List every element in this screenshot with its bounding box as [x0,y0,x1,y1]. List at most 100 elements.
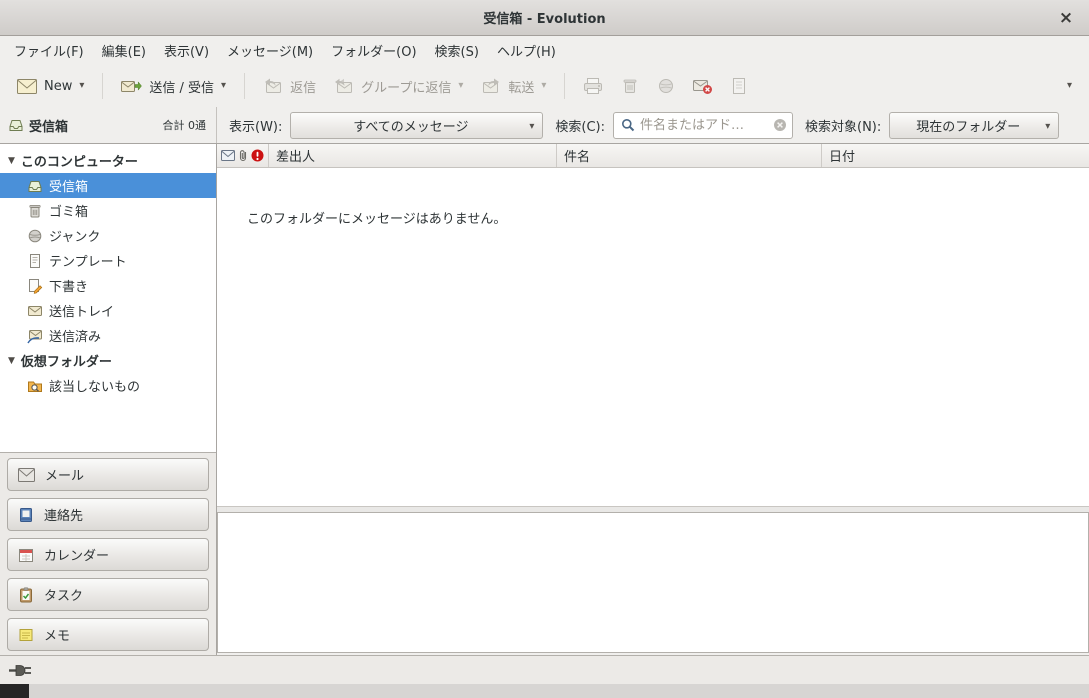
switcher-label: カレンダー [44,545,109,564]
search-label: 検索(C): [555,116,605,135]
show-filter-label: 表示(W): [229,116,282,135]
sidebar-item-inbox[interactable]: 受信箱 [0,173,216,198]
sidebar-item-label: 該当しないもの [49,376,140,395]
message-list[interactable]: このフォルダーにメッセージはありません。 [217,168,1089,506]
contacts-icon [18,507,34,523]
inbox-icon [27,178,43,194]
search-input[interactable] [640,118,768,133]
switcher-memos-button[interactable]: メモ [7,618,209,651]
statusbar [0,655,1089,684]
group-reply-icon [334,78,354,94]
new-dropdown-icon[interactable]: ▾ [79,81,84,91]
column-header-date[interactable]: 日付 [822,144,1089,167]
toolbar-separator [564,73,565,99]
send-receive-label: 送信 / 受信 [149,77,214,96]
forward-icon [481,78,501,94]
send-receive-dropdown-icon[interactable]: ▾ [221,81,226,91]
sidebar-item-label: ゴミ箱 [49,201,88,220]
folder-tree: ▼ このコンピューター 受信箱 [0,144,216,452]
sidebar-item-label: 受信箱 [49,176,88,195]
menu-message[interactable]: メッセージ(M) [218,36,322,65]
sidebar-item-label: ジャンク [49,226,100,245]
column-header-subject[interactable]: 件名 [557,144,822,167]
archive-button[interactable] [722,71,756,101]
reply-icon [263,78,283,94]
menu-help[interactable]: ヘルプ(H) [488,36,565,65]
trash-icon [27,203,43,219]
sidebar-item-trash[interactable]: ゴミ箱 [0,198,216,223]
forward-dropdown-icon[interactable]: ▾ [541,81,546,91]
sidebar-item-sent[interactable]: 送信済み [0,323,216,348]
delete-button[interactable] [612,71,648,101]
chevron-down-icon: ▾ [529,122,534,132]
clear-search-button[interactable] [773,118,787,132]
menu-file[interactable]: ファイル(F) [5,36,93,65]
sidebar-item-label: 下書き [49,276,88,295]
junk-icon [27,228,43,244]
switcher-contacts-button[interactable]: 連絡先 [7,498,209,531]
outbox-icon [27,303,43,319]
switcher-calendar-button[interactable]: カレンダー [7,538,209,571]
menu-search[interactable]: 検索(S) [426,36,488,65]
tree-group-this-computer[interactable]: ▼ このコンピューター [0,148,216,173]
cancel-mail-icon [693,78,713,95]
preview-pane[interactable] [217,512,1089,653]
toolbar-overflow-button[interactable]: ▾ [1058,75,1081,97]
expander-icon[interactable]: ▼ [8,156,15,166]
group-reply-dropdown-icon[interactable]: ▾ [458,81,463,91]
toolbar-separator [102,73,103,99]
message-list-header: 差出人 件名 日付 [217,144,1089,168]
attachment-icon [238,149,248,162]
send-receive-button[interactable]: 送信 / 受信 ▾ [112,71,235,102]
sidebar-item-drafts[interactable]: 下書き [0,273,216,298]
menu-view[interactable]: 表示(V) [155,36,218,65]
cancel-button[interactable] [684,72,722,101]
junk-icon [657,77,675,95]
view-switcher: メール 連絡先 [0,452,216,656]
column-header-from[interactable]: 差出人 [269,144,557,167]
close-button[interactable]: × [1056,8,1076,28]
print-icon [583,77,603,95]
sidebar-item-label: テンプレート [49,251,127,270]
desktop-edge [0,684,1089,698]
group-reply-button[interactable]: グループに返信 ▾ [325,71,472,102]
sidebar-item-templates[interactable]: テンプレート [0,248,216,273]
forward-button[interactable]: 転送 ▾ [472,71,555,102]
toolbar-overflow-dropdown-icon[interactable]: ▾ [1067,81,1072,91]
expander-icon[interactable]: ▼ [8,356,15,366]
titlebar[interactable]: 受信箱 - Evolution × [0,0,1089,36]
switcher-tasks-button[interactable]: タスク [7,578,209,611]
sidebar-item-unmatched[interactable]: 該当しないもの [0,373,216,398]
show-filter-combo[interactable]: すべてのメッセージ ▾ [290,112,543,139]
mail-icon [18,468,35,482]
search-entry[interactable] [613,112,793,139]
trash-icon [621,77,639,95]
online-status-icon[interactable] [9,664,33,677]
memos-icon [18,627,34,643]
tree-group-search-folders[interactable]: ▼ 仮想フォルダー [0,348,216,373]
search-icon [621,118,635,132]
search-scope-value: 現在のフォルダー [916,116,1020,135]
toolbar-separator [244,73,245,99]
switcher-label: メール [45,465,84,484]
forward-label: 転送 [508,77,534,96]
reply-button[interactable]: 返信 [254,71,325,102]
templates-icon [27,253,43,269]
tasks-icon [18,587,34,603]
new-button[interactable]: New ▾ [8,73,93,100]
empty-folder-message: このフォルダーにメッセージはありません。 [247,208,506,227]
print-button[interactable] [574,71,612,101]
search-scope-label: 検索対象(N): [805,116,881,135]
new-mail-icon [17,79,37,94]
main-area: ▼ このコンピューター 受信箱 [0,144,1089,655]
switcher-mail-button[interactable]: メール [7,458,209,491]
menu-folder[interactable]: フォルダー(O) [322,36,425,65]
sidebar-item-outbox[interactable]: 送信トレイ [0,298,216,323]
sidebar-item-junk[interactable]: ジャンク [0,223,216,248]
junk-button[interactable] [648,71,684,101]
search-scope-combo[interactable]: 現在のフォルダー ▾ [889,112,1059,139]
menu-edit[interactable]: 編集(E) [93,36,155,65]
status-columns-header[interactable] [217,144,269,167]
clear-icon [773,118,787,132]
message-count-label: 合計 0通 [163,117,209,133]
